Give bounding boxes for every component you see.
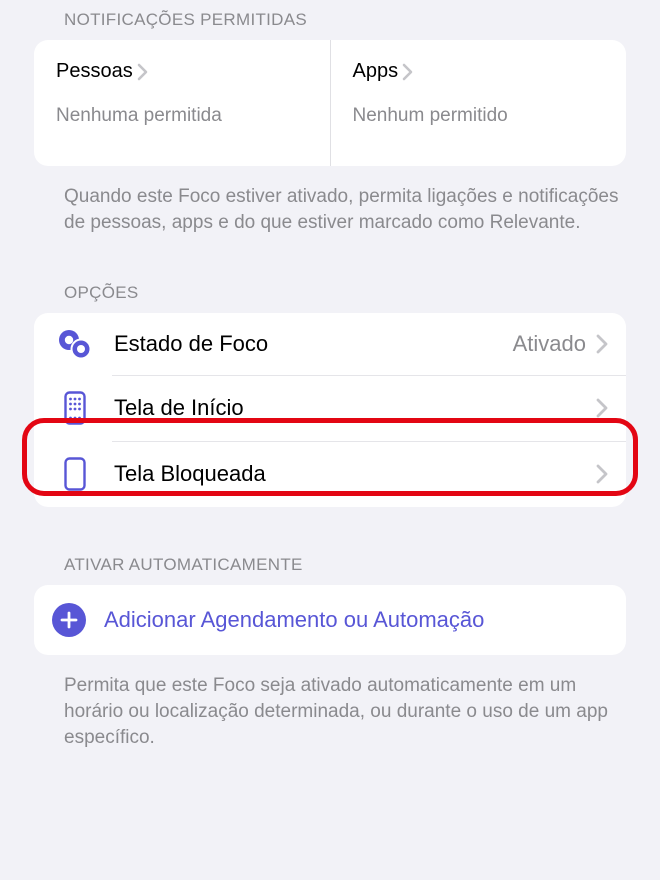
- allowed-card: Pessoas Nenhuma permitida Apps Nenhum pe…: [34, 40, 626, 166]
- focus-status-value: Ativado: [513, 331, 586, 357]
- chevron-right-icon: [596, 398, 608, 418]
- people-title: Pessoas: [56, 60, 133, 83]
- apps-cell[interactable]: Apps Nenhum permitido: [331, 40, 627, 166]
- auto-footer-text: Permita que este Foco seja ativado autom…: [0, 655, 660, 750]
- options-header: OPÇÕES: [0, 283, 660, 313]
- allowed-notifications-header: NOTIFICAÇÕES PERMITIDAS: [0, 0, 660, 40]
- chevron-right-icon: [137, 63, 148, 81]
- options-card: Estado de Foco Ativado Tela: [34, 313, 626, 507]
- home-screen-label: Tela de Início: [114, 395, 596, 421]
- chevron-right-icon: [596, 464, 608, 484]
- apps-subtitle: Nenhum permitido: [353, 105, 605, 127]
- auto-card: Adicionar Agendamento ou Automação: [34, 585, 626, 655]
- chevron-right-icon: [402, 63, 413, 81]
- add-schedule-label: Adicionar Agendamento ou Automação: [104, 607, 484, 633]
- focus-status-label: Estado de Foco: [114, 331, 513, 357]
- chevron-right-icon: [596, 334, 608, 354]
- home-screen-icon: [52, 391, 98, 425]
- home-screen-row[interactable]: Tela de Início: [34, 375, 626, 441]
- plus-circle-icon: [52, 603, 86, 637]
- people-subtitle: Nenhuma permitida: [56, 105, 308, 127]
- lock-screen-row[interactable]: Tela Bloqueada: [34, 441, 626, 507]
- add-schedule-row[interactable]: Adicionar Agendamento ou Automação: [34, 585, 626, 655]
- people-cell[interactable]: Pessoas Nenhuma permitida: [34, 40, 331, 166]
- lock-screen-icon: [52, 457, 98, 491]
- allowed-footer-text: Quando este Foco estiver ativado, permit…: [0, 166, 660, 235]
- auto-activate-header: ATIVAR AUTOMATICAMENTE: [0, 555, 660, 585]
- apps-title: Apps: [353, 60, 399, 83]
- focus-status-row[interactable]: Estado de Foco Ativado: [34, 313, 626, 375]
- focus-status-icon: [52, 329, 98, 359]
- lock-screen-label: Tela Bloqueada: [114, 461, 596, 487]
